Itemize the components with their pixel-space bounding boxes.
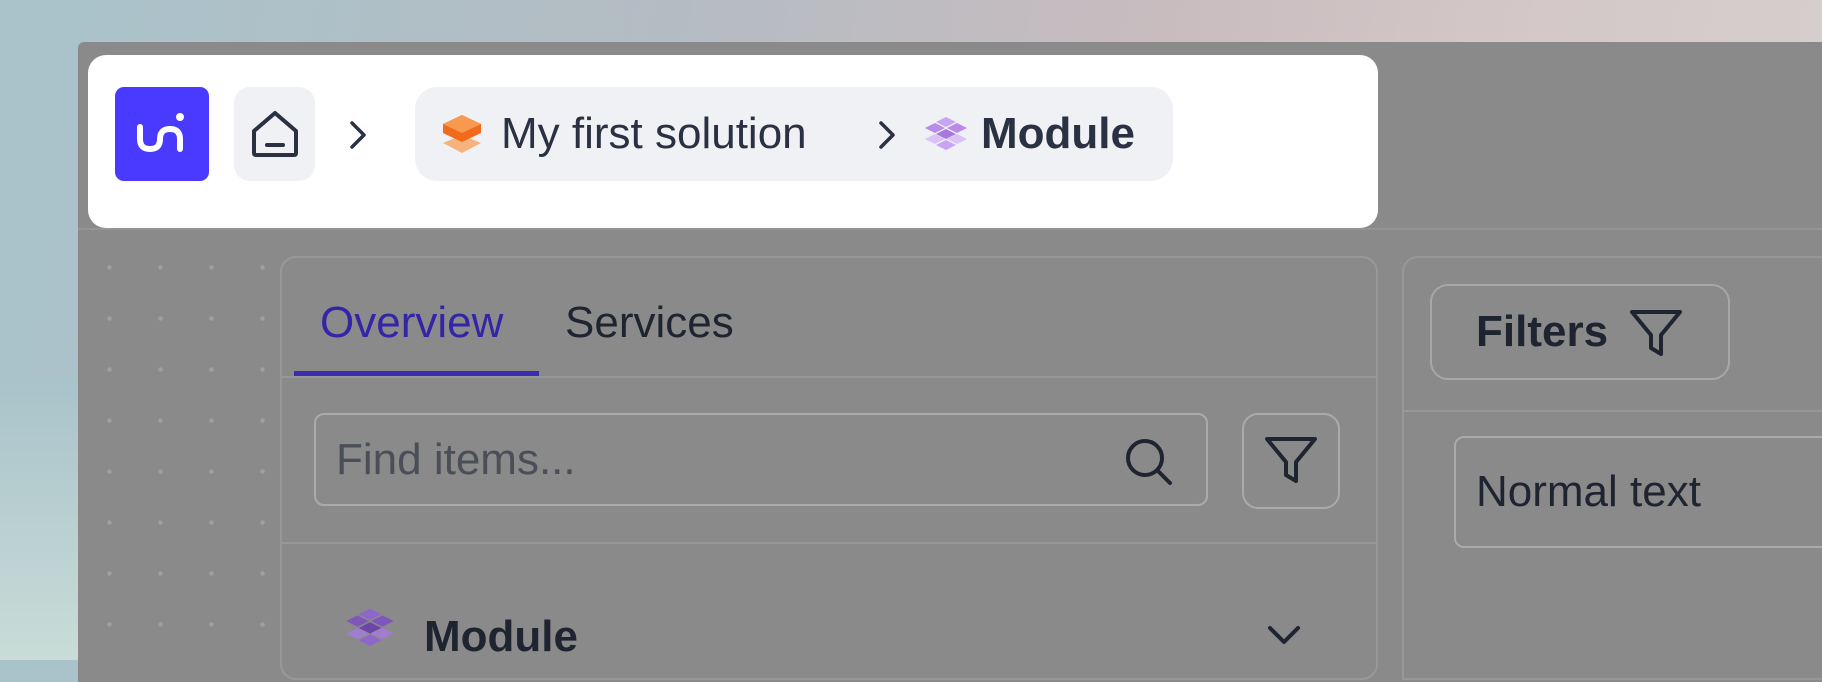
properties-panel: Filters Normal text xyxy=(1402,256,1822,680)
tab-overview[interactable]: Overview xyxy=(320,288,503,358)
chevron-down-icon[interactable] xyxy=(1264,622,1304,648)
search-input[interactable] xyxy=(336,415,1116,504)
text-style-value: Normal text xyxy=(1476,467,1701,516)
module-cubes-icon xyxy=(346,608,394,646)
chevron-right-icon xyxy=(350,121,366,149)
home-icon xyxy=(251,111,298,157)
breadcrumb-item-solution[interactable]: My first solution xyxy=(501,87,807,181)
search-field xyxy=(314,413,1208,506)
solution-layers-icon xyxy=(443,115,481,153)
list-item-module[interactable]: Module xyxy=(424,612,578,662)
background xyxy=(0,380,80,660)
divider xyxy=(282,376,1376,378)
filter-button[interactable] xyxy=(1242,413,1340,509)
overview-panel: Overview Services Module xyxy=(280,256,1378,680)
breadcrumb-bar: My first solution Module xyxy=(88,55,1378,228)
breadcrumb: My first solution Module xyxy=(415,87,1173,181)
breadcrumb-item-module[interactable]: Module xyxy=(981,87,1135,181)
filter-icon xyxy=(1630,310,1682,356)
divider xyxy=(282,542,1376,544)
home-button[interactable] xyxy=(234,87,315,181)
module-cubes-icon xyxy=(925,117,967,150)
filters-label: Filters xyxy=(1476,307,1609,356)
tab-services[interactable]: Services xyxy=(565,288,734,358)
app-logo[interactable] xyxy=(115,87,209,181)
text-style-select[interactable]: Normal text xyxy=(1454,436,1822,548)
divider xyxy=(1404,410,1822,412)
search-icon[interactable] xyxy=(1122,435,1176,489)
divider xyxy=(78,228,1822,230)
chevron-right-icon xyxy=(879,121,895,149)
filter-icon xyxy=(1265,437,1317,483)
uni-logo-icon xyxy=(137,113,184,152)
filters-button[interactable]: Filters xyxy=(1430,284,1730,380)
dot-grid-background xyxy=(78,230,278,660)
